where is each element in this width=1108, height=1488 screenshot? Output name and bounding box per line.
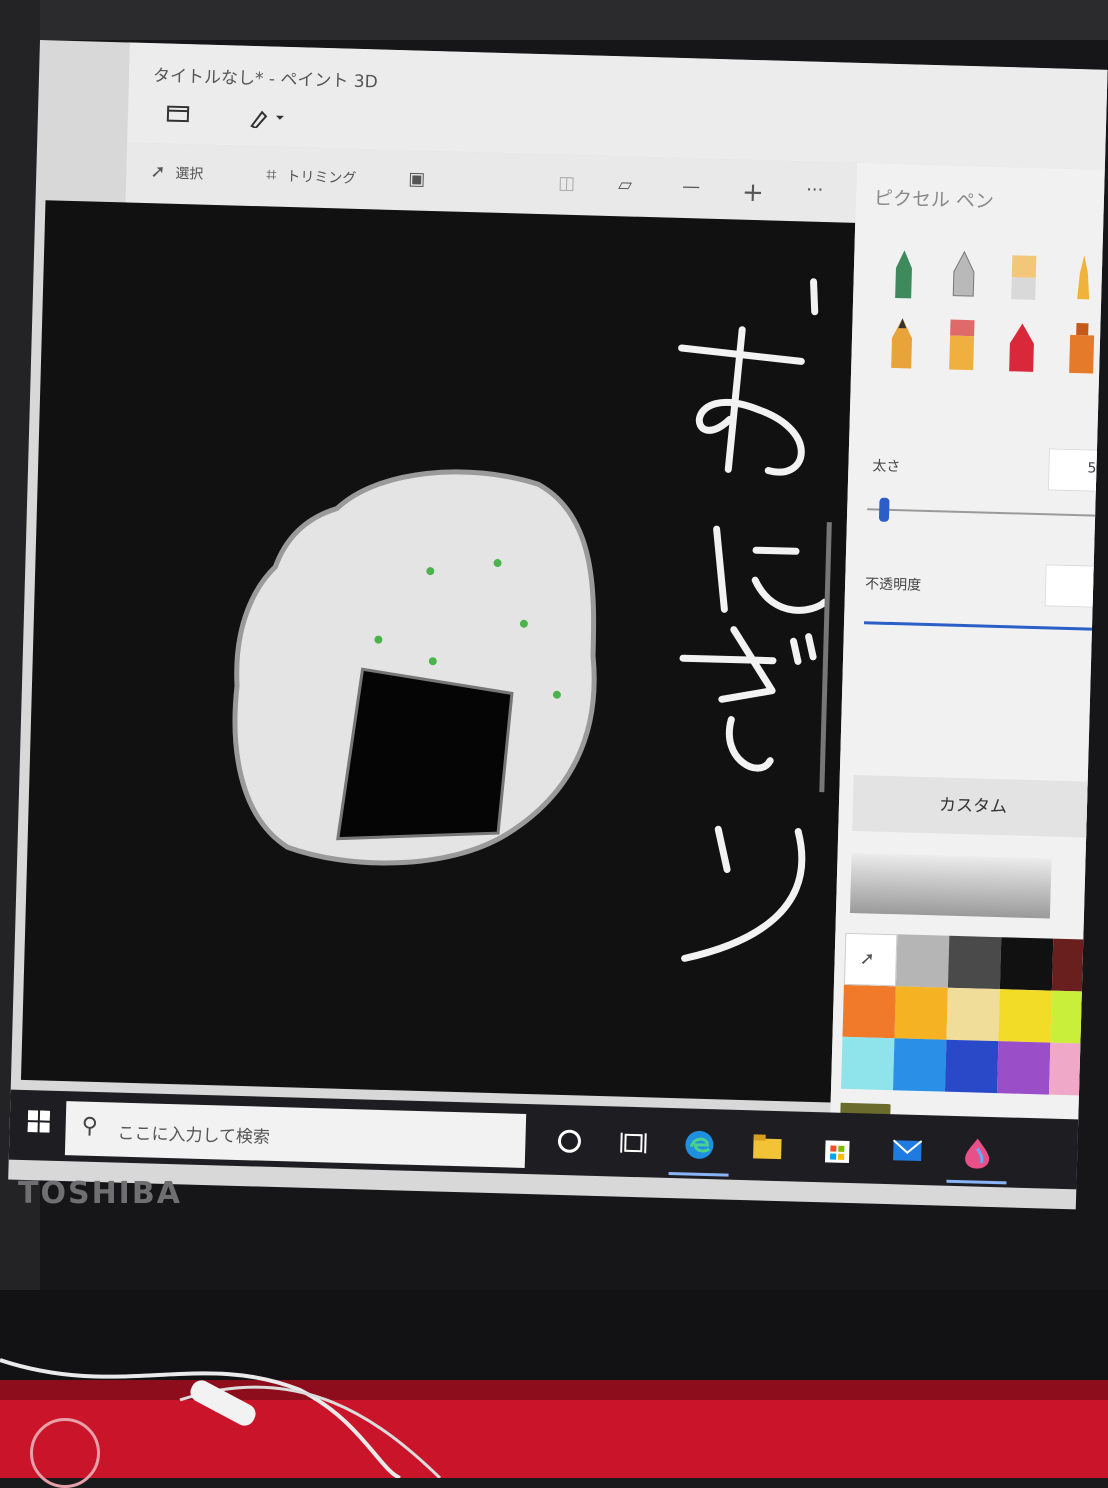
watercolor-icon[interactable] <box>1063 249 1105 306</box>
swatch[interactable] <box>893 1038 947 1092</box>
device-brand-logo: TOSHIBA <box>18 1176 182 1211</box>
zoom-in-button[interactable]: + <box>742 178 765 209</box>
marker-icon[interactable] <box>883 244 925 301</box>
taskbar-search-box[interactable]: ⚲ ここに入力して検索 <box>64 1101 527 1168</box>
color-gradient-preview <box>849 852 1052 919</box>
magic-select-tool[interactable]: ▣ <box>408 168 426 189</box>
swatch[interactable] <box>895 934 950 988</box>
more-button[interactable]: ··· <box>806 179 824 200</box>
task-view-icon[interactable] <box>615 1125 652 1162</box>
opacity-slider[interactable] <box>864 621 1104 631</box>
handwritten-onigiri <box>678 278 829 962</box>
custom-color-button[interactable]: カスタム <box>852 775 1094 838</box>
color-palette: ➚ <box>841 932 1106 1097</box>
crop-icon: ⌗ <box>266 164 277 186</box>
menu-folder-icon[interactable] <box>166 104 191 127</box>
search-icon: ⚲ <box>81 1113 99 1140</box>
window-title: タイトルなし* - ペイント 3D <box>152 66 378 93</box>
zoom-in-label: + <box>741 177 765 209</box>
layers-icon: ◫ <box>557 172 576 194</box>
file-explorer-icon[interactable] <box>749 1128 786 1165</box>
drawing-canvas[interactable] <box>20 200 856 1103</box>
cortana-icon[interactable] <box>551 1123 588 1160</box>
screen: タイトルなし* - ペイント 3D ➚ 選択 ⌗ トリミング ▣ ◫ ▱ — +… <box>8 40 1108 1210</box>
crayon-icon[interactable] <box>1001 317 1043 374</box>
3d-view-button[interactable]: ◫ <box>558 173 576 194</box>
swatch[interactable] <box>998 989 1052 1043</box>
eraser-icon[interactable] <box>941 315 983 372</box>
oil-brush-icon[interactable] <box>1003 247 1045 304</box>
calligraphy-pen-icon[interactable] <box>943 245 985 302</box>
opacity-label: 不透明度 <box>864 576 922 594</box>
bezel-top <box>0 0 1108 40</box>
cursor-icon: ➚ <box>150 161 166 183</box>
paint3d-icon[interactable] <box>959 1134 996 1171</box>
swatch[interactable] <box>946 987 1000 1042</box>
canvas-drawing <box>232 278 829 962</box>
select-tool[interactable]: ➚ 選択 <box>150 161 204 183</box>
swatch[interactable] <box>944 1039 999 1094</box>
swatch[interactable] <box>894 986 948 1040</box>
thickness-slider-track[interactable] <box>867 508 1108 517</box>
zoom-out-label: — <box>681 175 701 198</box>
brush-menu-icon[interactable] <box>248 106 289 130</box>
thickness-slider-thumb[interactable] <box>878 497 890 522</box>
swatch[interactable] <box>841 1036 895 1091</box>
brush-panel: ピクセル ペン 太さ 5 不透明度 カスタム ➚ <box>830 162 1108 1155</box>
search-placeholder: ここに入力して検索 <box>117 1123 271 1148</box>
select-label: 選択 <box>175 165 204 183</box>
eyedropper-cursor-icon: ➚ <box>859 948 876 970</box>
laptop-base-shade <box>0 1380 1108 1400</box>
paint3d-active-indicator <box>946 1179 1007 1185</box>
windows-start-icon[interactable] <box>27 1110 51 1133</box>
swatch[interactable] <box>842 984 896 1039</box>
edge-active-indicator <box>668 1171 729 1177</box>
pixel-pen-icon[interactable] <box>1061 319 1103 376</box>
swatch[interactable] <box>996 1041 1051 1095</box>
thickness-label: 太さ <box>872 458 901 476</box>
crop-label: トリミング <box>286 168 357 187</box>
edge-icon[interactable] <box>681 1126 718 1163</box>
crop-tool[interactable]: ⌗ トリミング <box>266 164 357 188</box>
panel-title: ピクセル ペン <box>873 187 995 213</box>
zoom-out-button[interactable]: — <box>682 176 701 197</box>
mixed-reality-button[interactable]: ▱ <box>618 174 632 195</box>
swatch[interactable] <box>999 937 1054 991</box>
store-icon[interactable] <box>819 1130 856 1167</box>
laptop-hinge <box>0 1290 1108 1380</box>
pencil-icon[interactable] <box>881 314 923 371</box>
magic-select-icon: ▣ <box>407 168 426 190</box>
thickness-value: 5 <box>1087 460 1097 477</box>
seaweed-shape <box>336 667 514 841</box>
more-label: ··· <box>805 179 824 201</box>
swatch[interactable] <box>947 935 1002 990</box>
flag-icon: ▱ <box>617 174 633 196</box>
mail-icon[interactable] <box>889 1132 926 1169</box>
swatch-white-eyedropper[interactable]: ➚ <box>843 932 898 987</box>
